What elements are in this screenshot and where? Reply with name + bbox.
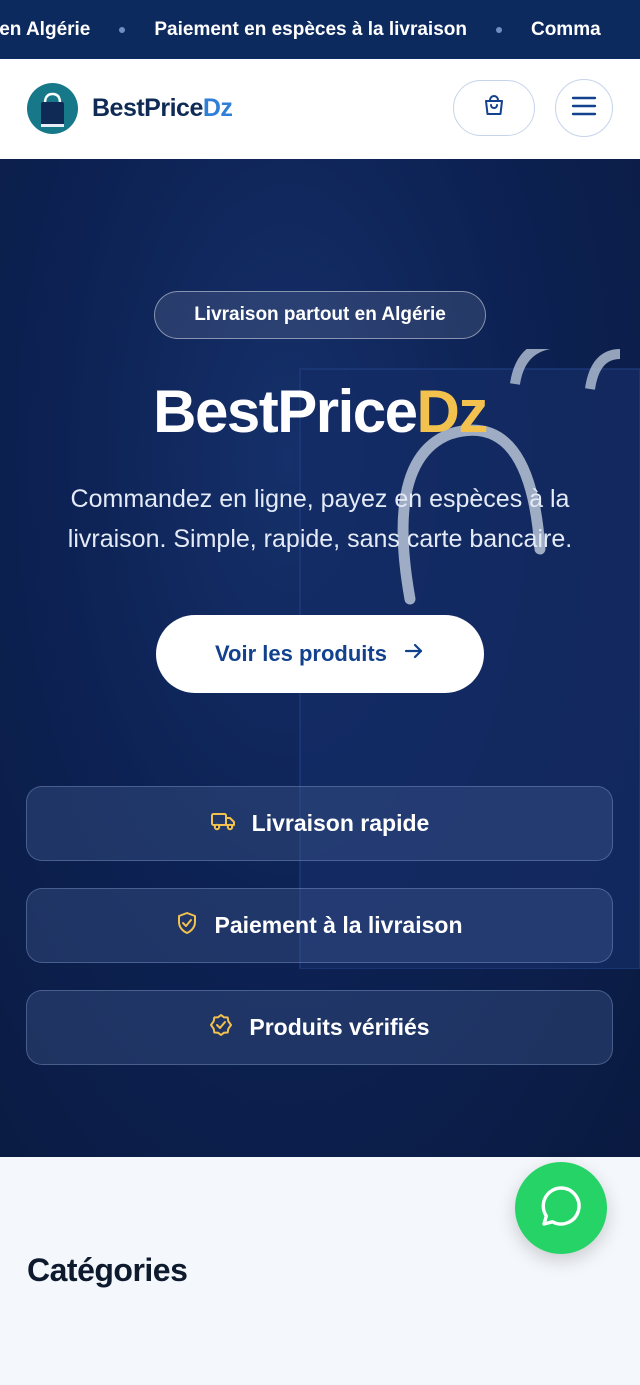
ticker-separator-dot	[495, 26, 502, 33]
hero-title-accent: Dz	[416, 378, 488, 445]
feature-label: Produits vérifiés	[249, 1014, 430, 1040]
shield-check-icon	[176, 911, 214, 941]
hero-title: BestPriceDz	[0, 377, 640, 446]
truck-icon	[210, 810, 252, 838]
ticker-item: Comma	[530, 18, 601, 40]
shopping-bag-logo-icon	[27, 83, 78, 134]
hamburger-menu-icon	[571, 95, 597, 122]
hero-title-main: BestPrice	[153, 378, 418, 445]
ticker-item: ut en Algérie	[0, 18, 91, 40]
brand-name-main: BestPrice	[92, 94, 203, 122]
arrow-right-icon	[387, 640, 425, 668]
menu-button[interactable]	[555, 79, 613, 137]
hero-section: Livraison partout en Algérie BestPriceDz…	[0, 159, 640, 1157]
site-header: BestPriceDz	[0, 59, 640, 159]
delivery-badge: Livraison partout en Algérie	[154, 291, 486, 339]
brand-name: BestPriceDz	[92, 94, 233, 123]
chat-bubble-icon	[538, 1183, 584, 1234]
view-products-button[interactable]: Voir les produits	[156, 615, 484, 693]
feature-verified-products: Produits vérifiés	[26, 990, 613, 1065]
cart-button[interactable]	[453, 80, 535, 136]
ticker-track: ut en Algérie Paiement en espèces à la l…	[0, 0, 601, 59]
hero-subtitle: Commandez en ligne, payez en espèces à l…	[67, 485, 573, 553]
categories-heading: Catégories	[27, 1252, 188, 1288]
feature-cash-on-delivery: Paiement à la livraison	[26, 888, 613, 963]
view-products-label: Voir les produits	[215, 641, 387, 666]
brand-name-accent: Dz	[202, 94, 233, 122]
feature-label: Livraison rapide	[251, 810, 430, 836]
announcement-ticker: ut en Algérie Paiement en espèces à la l…	[0, 0, 640, 59]
shopping-bag-icon	[482, 94, 506, 123]
ticker-separator-dot	[119, 26, 126, 33]
feature-fast-delivery: Livraison rapide	[26, 786, 613, 861]
badge-check-icon	[209, 1013, 249, 1043]
site-logo[interactable]: BestPriceDz	[27, 83, 233, 134]
feature-label: Paiement à la livraison	[214, 912, 463, 938]
ticker-item: Paiement en espèces à la livraison	[154, 18, 467, 40]
whatsapp-chat-button[interactable]	[515, 1162, 607, 1254]
